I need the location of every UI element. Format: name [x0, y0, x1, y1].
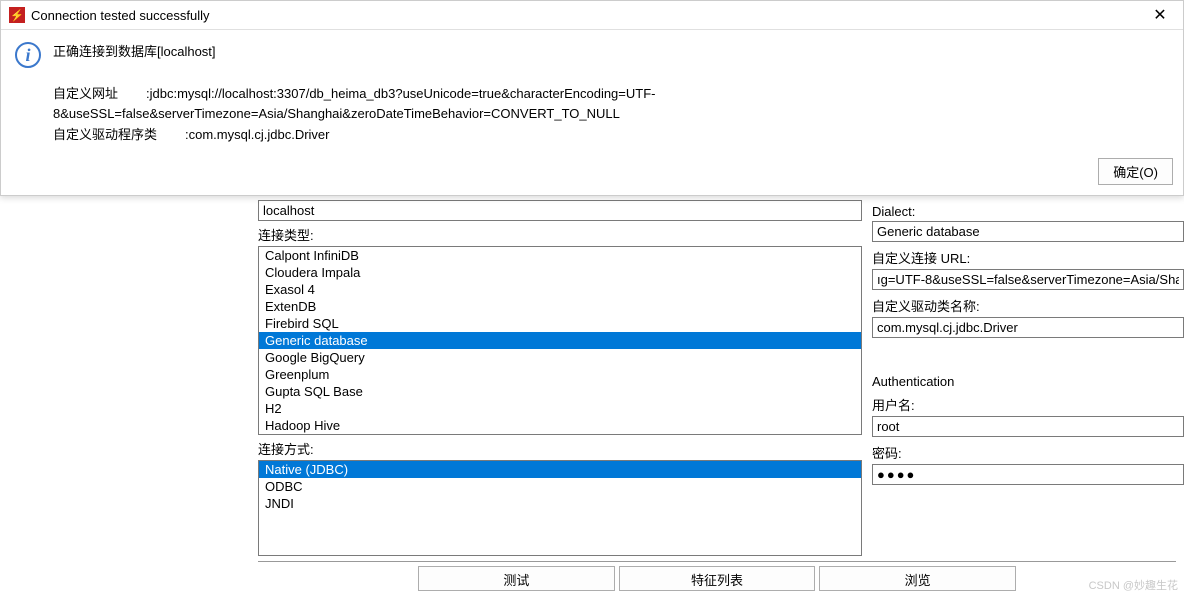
list-item[interactable]: ExtenDB: [259, 298, 861, 315]
conn-type-label: 连接类型:: [258, 221, 862, 246]
pwd-label: 密码:: [872, 439, 1184, 464]
list-item[interactable]: Native (JDBC): [259, 461, 861, 478]
list-item[interactable]: Firebird SQL: [259, 315, 861, 332]
user-input[interactable]: [872, 416, 1184, 437]
close-icon[interactable]: ✕: [1145, 5, 1175, 25]
custom-url-label: 自定义连接 URL:: [872, 244, 1184, 269]
success-dialog: ⚡ Connection tested successfully ✕ i 正确连…: [0, 0, 1184, 196]
feature-list-button[interactable]: 特征列表: [619, 566, 816, 591]
dialog-title: Connection tested successfully: [31, 8, 1145, 23]
list-item[interactable]: Greenplum: [259, 366, 861, 383]
list-item[interactable]: H2: [259, 400, 861, 417]
list-item[interactable]: Cloudera Impala: [259, 264, 861, 281]
ok-button[interactable]: 确定(O): [1098, 158, 1173, 185]
list-item[interactable]: Calpont InfiniDB: [259, 247, 861, 264]
msg-line1: 正确连接到数据库[localhost]: [53, 42, 1169, 63]
conn-name-input[interactable]: [258, 200, 862, 221]
list-item[interactable]: Exasol 4: [259, 281, 861, 298]
list-item[interactable]: JNDI: [259, 495, 861, 512]
dialog-message: 正确连接到数据库[localhost] 自定义网址:jdbc:mysql://l…: [53, 42, 1169, 146]
user-label: 用户名:: [872, 391, 1184, 416]
pwd-input[interactable]: ●●●●: [872, 464, 1184, 485]
conn-method-list[interactable]: Native (JDBC)ODBCJNDI: [258, 460, 862, 556]
custom-driver-label-text: 自定义驱动程序类: [53, 127, 157, 142]
custom-url-value: :jdbc:mysql://localhost:3307/db_heima_db…: [53, 86, 655, 122]
browse-button[interactable]: 浏览: [819, 566, 1016, 591]
watermark: CSDN @妙趣生花: [1089, 577, 1178, 593]
dialect-label: Dialect:: [872, 200, 1184, 221]
info-icon: i: [15, 42, 41, 68]
custom-driver-input[interactable]: [872, 317, 1184, 338]
list-item[interactable]: Hadoop Hive: [259, 417, 861, 434]
custom-url-input[interactable]: [872, 269, 1184, 290]
auth-label: Authentication: [872, 370, 1184, 391]
app-icon: ⚡: [9, 7, 25, 23]
conn-type-list[interactable]: Calpont InfiniDBCloudera ImpalaExasol 4E…: [258, 246, 862, 435]
list-item[interactable]: Gupta SQL Base: [259, 383, 861, 400]
custom-driver-label: 自定义驱动类名称:: [872, 292, 1184, 317]
custom-url-label-text: 自定义网址: [53, 86, 118, 101]
conn-method-label: 连接方式:: [258, 435, 862, 460]
dialect-input[interactable]: [872, 221, 1184, 242]
list-item[interactable]: Generic database: [259, 332, 861, 349]
list-item[interactable]: Google BigQuery: [259, 349, 861, 366]
list-item[interactable]: ODBC: [259, 478, 861, 495]
test-button[interactable]: 测试: [418, 566, 615, 591]
custom-driver-value: :com.mysql.cj.jdbc.Driver: [185, 127, 329, 142]
